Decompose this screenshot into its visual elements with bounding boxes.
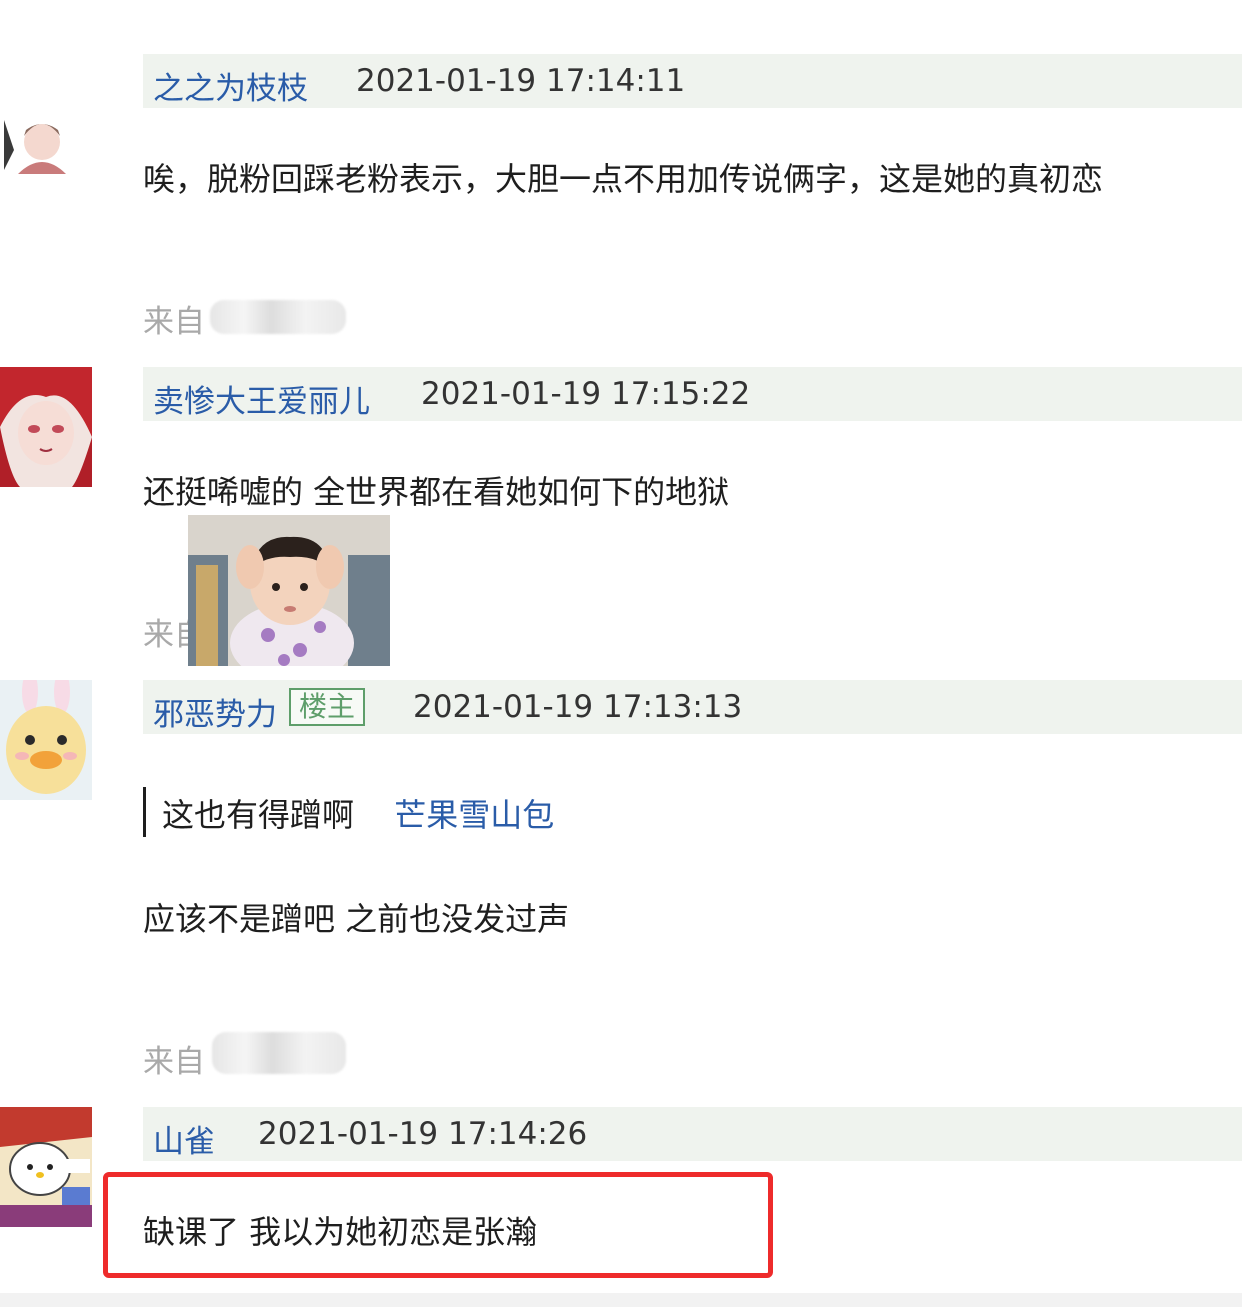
username-link[interactable]: 山雀: [153, 1116, 215, 1161]
timestamp: 2021-01-19 17:13:13: [413, 689, 743, 725]
quote-bar: [143, 787, 146, 837]
timestamp: 2021-01-19 17:14:11: [356, 63, 686, 99]
comment-header: 山雀 2021-01-19 17:14:26: [143, 1107, 1242, 1161]
comment-header: 之之为枝枝 2021-01-19 17:14:11: [143, 54, 1242, 108]
comment-text: 应该不是蹭吧 之前也没发过声: [143, 900, 570, 938]
quote-author-link[interactable]: 芒果雪山包: [394, 796, 554, 834]
comment-header: 卖惨大王爱丽儿 2021-01-19 17:15:22: [143, 367, 1242, 421]
bottom-divider: [0, 1293, 1242, 1307]
source-label: 来自: [143, 304, 205, 340]
comment-text: 唉，脱粉回踩老粉表示，大胆一点不用加传说俩字，这是她的真初恋: [143, 160, 1104, 198]
sticker-image[interactable]: [188, 515, 390, 666]
avatar[interactable]: [0, 1107, 92, 1227]
avatar[interactable]: [0, 100, 92, 220]
username-link[interactable]: 邪恶势力: [153, 689, 277, 734]
quote-text: 这也有得蹭啊: [162, 796, 355, 834]
quoted-comment: 这也有得蹭啊 芒果雪山包: [162, 790, 554, 836]
comment-text: 还挺唏嘘的 全世界都在看她如何下的地狱: [143, 473, 730, 511]
username-link[interactable]: 卖惨大王爱丽儿: [153, 376, 370, 421]
username-link[interactable]: 之之为枝枝: [153, 63, 308, 108]
blurred-source: [210, 300, 346, 334]
timestamp: 2021-01-19 17:14:26: [258, 1116, 588, 1152]
avatar[interactable]: [0, 367, 92, 487]
highlight-box: [103, 1172, 773, 1278]
blurred-source: [212, 1032, 346, 1074]
avatar[interactable]: [0, 680, 92, 800]
thread-owner-badge: 楼主: [289, 688, 366, 726]
source-label: 来自: [143, 1044, 205, 1080]
timestamp: 2021-01-19 17:15:22: [421, 376, 751, 412]
comment-header: 邪恶势力 楼主 2021-01-19 17:13:13: [143, 680, 1242, 734]
